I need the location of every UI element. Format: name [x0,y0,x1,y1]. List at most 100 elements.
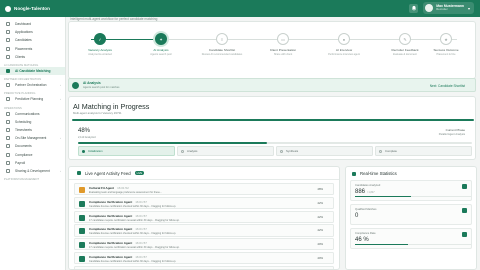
next-step-link[interactable]: Next: Candidate Shortlist [430,84,465,88]
sidebar-item-label: Candidates [15,38,32,43]
agent-icon [79,255,85,262]
sidebar-item-label: AI Candidate Matching [15,69,51,74]
brand-name: Noogle-Talenton [14,6,50,11]
sidebar: Dashboard Applications Candidates Placem… [0,17,66,270]
clock-icon [6,127,10,132]
feed-item[interactable]: Compliance Verification Agent16:01:57Che… [74,265,334,269]
planning-icon [6,97,10,102]
user-menu[interactable]: Max Mustermann Recruiter ▾ [423,2,474,14]
analyzed-count: 2,113 Analyzed [78,136,96,139]
stat-bar [355,243,471,245]
activity-feed-panel: Live Agent Activity Feed LIVE Cultural F… [68,166,340,270]
live-badge: LIVE [134,171,145,175]
sidebar-item-communications[interactable]: Communications [0,110,65,118]
step-success-outcome[interactable]: ★ Success Outcome Placement & hire [423,33,469,56]
stat-label: Qualified Matches [355,208,377,211]
sidebar-item-label: Applications [15,30,33,35]
matching-title: AI Matching in Progress [73,102,150,111]
phase-dot-icon [280,149,283,153]
users-icon [462,184,467,189]
location-icon [6,136,10,141]
feed-item[interactable]: Compliance Verification Agent 16:01:57 Can… [74,196,334,209]
progress-percent: 48% [78,128,91,134]
phase-complete: Complete [375,146,472,156]
phase-value: Parallel Agent Analysis [438,133,465,136]
brand-logo[interactable]: Noogle-Talenton [0,5,66,12]
sidebar-item-compliance[interactable]: Compliance [0,150,65,158]
target-icon [462,208,467,213]
notifications-bell-icon[interactable] [409,3,419,13]
sidebar-item-candidates[interactable]: Candidates [0,36,65,44]
feed-item-percent: 40% [317,242,323,247]
presentation-icon: ▭ [277,33,289,45]
step-client-presentation[interactable]: ▭ Client Presentation Share with client [260,33,306,56]
ai-agent-icon [72,82,79,89]
sidebar-item-placements[interactable]: Placements [0,45,65,53]
sidebar-item-timesheets[interactable]: Timesheets [0,126,65,134]
step-title: AI Interview [335,48,353,52]
trophy-icon: ★ [440,33,452,45]
list-icon: ≡ [216,33,228,45]
avatar [425,4,434,12]
feed-item[interactable]: Compliance Verification Agent 16:01:57 17 … [74,238,334,251]
activity-icon [77,171,81,175]
sidebar-item-ai-candidate-matching[interactable]: AI Candidate Matching [0,66,65,76]
feed-item-percent: 42% [317,228,323,233]
step-vacancy-analysis[interactable]: ✓ Vacancy Analysis Analyzed & extracted [77,33,123,56]
feed-item-time: 16:01:57 [135,199,147,204]
partner-icon [6,83,10,88]
sidebar-item-payroll[interactable]: Payroll [0,159,65,167]
feed-item[interactable]: Compliance Verification Agent 16:01:57 Can… [74,251,334,265]
clients-icon [6,54,10,59]
document-icon [6,144,10,149]
sidebar-item-dashboard[interactable]: Dashboard [0,20,65,28]
sidebar-item-label: Documents [15,144,32,149]
sidebar-item-scheduling[interactable]: Scheduling [0,118,65,126]
realtime-stats-panel: Real-time Statistics Candidates Analyzed… [345,166,477,270]
step-desc: Evaluate & document [393,53,417,56]
step-title: Candidate Shortlist [208,48,236,52]
phase-label: Analysis [187,149,198,153]
step-title: Success Outcome [433,48,459,52]
sidebar-item-clients[interactable]: Clients [0,53,65,61]
sidebar-item-predictive-planning[interactable]: Predictive Planning › [0,95,65,103]
matching-progress-bar [78,142,472,144]
main-content: Intelligent multi-agent workflow for per… [66,17,480,270]
growth-icon [6,168,10,173]
feed-item[interactable]: Cultural Fit Agent 16:01:52 Evaluating tea… [74,183,334,196]
feed-list[interactable]: Cultural Fit Agent 16:01:52 Evaluating tea… [69,180,339,269]
stat-value: 886 [355,189,366,195]
feed-item[interactable]: Compliance Verification Agent 16:01:57 17 … [74,210,334,223]
sidebar-item-on-site-management[interactable]: On-Site Management › [0,134,65,142]
step-desc: Share with client [273,53,293,56]
feed-item-title: Compliance Verification Agent16:01:57 [89,213,147,218]
stats-icon [352,171,356,176]
stat-suffix: / 1,847 [367,191,375,194]
feed-item-title: Compliance Verification Agent16:01:57 [89,254,147,259]
sidebar-item-label: Sharing & Development [15,168,50,173]
step-recruiter-feedback[interactable]: ✎ Recruiter Feedback Evaluate & document [382,33,428,56]
step-ai-analysis[interactable]: ✦ AI Analysis Agents search pool [138,33,184,56]
step-title: Vacancy Analysis [88,48,112,52]
phase-dot-icon [181,149,184,153]
sidebar-item-sharing-development[interactable]: Sharing & Development › [0,167,65,175]
feed-item-message: 17 candidates require certification rene… [89,246,180,250]
feed-item-message: Candidate license certification checked … [89,259,177,263]
step-candidate-shortlist[interactable]: ≡ Candidate Shortlist Review AI recommen… [199,33,245,56]
phase-dot-icon [82,149,85,153]
feed-title: Live Agent Activity Feed [85,170,131,176]
feed-item[interactable]: Compliance Verification Agent 16:01:57 Can… [74,224,334,237]
stat-candidates-analyzed: Candidates Analyzed 886/ 1,847 [350,180,472,201]
chevron-right-icon: › [60,83,61,88]
feed-item-title: Compliance Verification Agent16:01:57 [89,241,147,246]
sidebar-item-applications[interactable]: Applications [0,28,65,36]
logo-icon [5,5,11,12]
step-ai-interview[interactable]: ● AI Interview Performance interview age… [321,33,367,56]
sidebar-item-partner-orchestration[interactable]: Partner Orchestration › [0,81,65,89]
sidebar-item-documents[interactable]: Documents [0,142,65,150]
phase-tracker: Initialization Analysis Synthesis Comple… [78,146,472,156]
current-phase: Current Phase Parallel Agent Analysis [439,128,465,136]
phase-analysis: Analysis [177,146,274,156]
microphone-icon: ● [338,33,350,45]
feed-item-percent: 48% [317,187,323,191]
